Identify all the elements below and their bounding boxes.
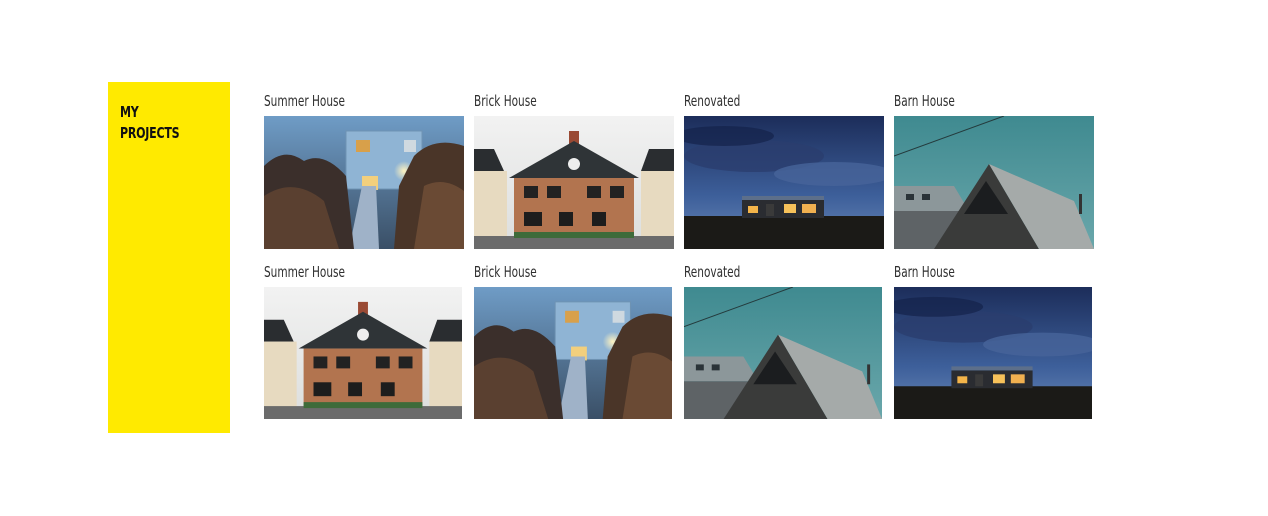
project-card-summer-house[interactable]: Summer House <box>264 92 464 250</box>
project-card-renovated-2[interactable]: Renovated <box>684 263 882 420</box>
sidebar: MY PROJECTS <box>108 82 230 433</box>
house-photo <box>894 287 1092 419</box>
house-photo <box>684 287 882 419</box>
house-photo <box>264 116 464 249</box>
project-thumbnail-summer-house-2[interactable] <box>264 287 462 419</box>
project-thumbnail-renovated-2[interactable] <box>684 287 882 419</box>
project-title[interactable]: Summer House <box>264 92 345 110</box>
house-photo <box>474 287 672 419</box>
house-photo <box>894 116 1094 249</box>
project-title[interactable]: Brick House <box>474 263 537 281</box>
house-photo <box>684 116 884 249</box>
project-card-brick-house[interactable]: Brick House <box>474 92 674 250</box>
project-thumbnail-renovated[interactable] <box>684 116 884 249</box>
project-card-barn-house-2[interactable]: Barn House <box>894 263 1092 420</box>
project-title[interactable]: Brick House <box>474 92 537 110</box>
project-thumbnail-brick-house[interactable] <box>474 116 674 249</box>
project-title[interactable]: Barn House <box>894 263 955 281</box>
project-title[interactable]: Summer House <box>264 263 345 281</box>
project-thumbnail-summer-house[interactable] <box>264 116 464 249</box>
project-card-barn-house[interactable]: Barn House <box>894 92 1094 250</box>
page-title-line-2: PROJECTS <box>120 124 180 142</box>
project-thumbnail-brick-house-2[interactable] <box>474 287 672 419</box>
project-thumbnail-barn-house-2[interactable] <box>894 287 1092 419</box>
page-title-line-1: MY <box>120 103 139 121</box>
page-title: MY PROJECTS <box>120 102 180 144</box>
project-title[interactable]: Renovated <box>684 263 740 281</box>
project-title[interactable]: Barn House <box>894 92 955 110</box>
project-thumbnail-barn-house[interactable] <box>894 116 1094 249</box>
project-card-brick-house-2[interactable]: Brick House <box>474 263 672 420</box>
project-card-renovated[interactable]: Renovated <box>684 92 884 250</box>
house-photo <box>474 116 674 249</box>
project-card-summer-house-2[interactable]: Summer House <box>264 263 462 420</box>
house-photo <box>264 287 462 419</box>
project-title[interactable]: Renovated <box>684 92 740 110</box>
